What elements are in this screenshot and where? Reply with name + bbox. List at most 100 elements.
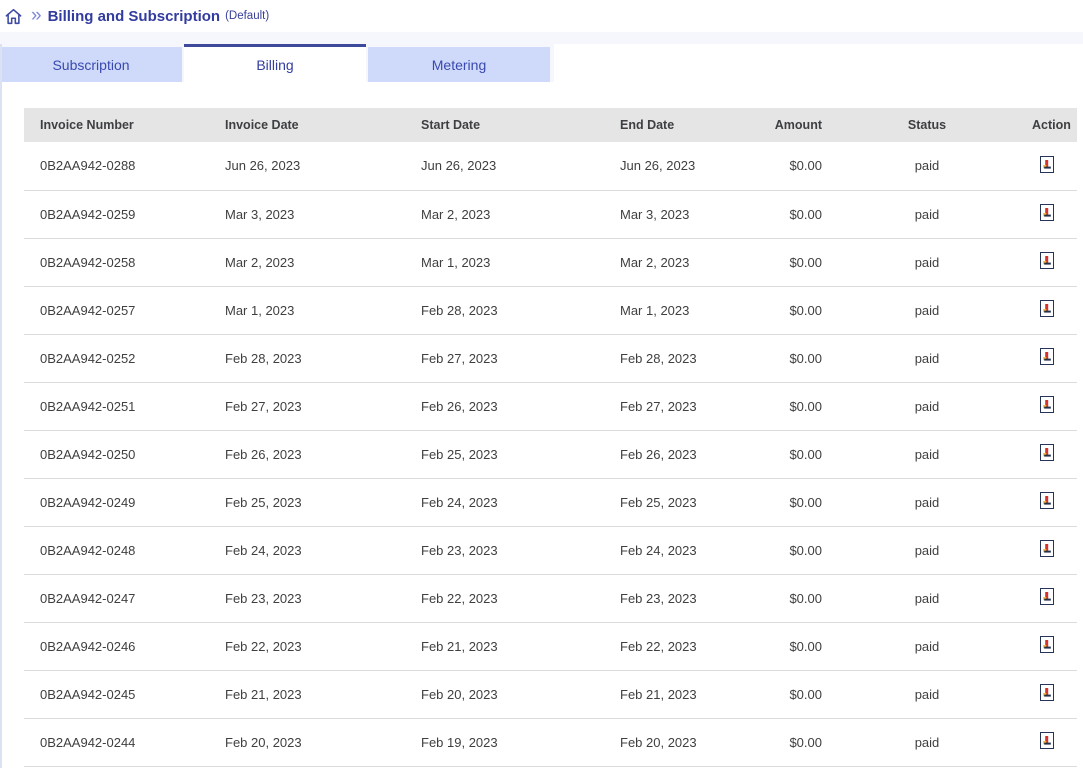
action-cell [1016, 670, 1077, 718]
invoice-date-cell: Mar 2, 2023 [209, 238, 405, 286]
tab-strip: Subscription Billing Metering [0, 44, 554, 82]
action-cell [1016, 190, 1077, 238]
invoice-date-cell: Feb 20, 2023 [209, 718, 405, 766]
action-cell [1016, 574, 1077, 622]
action-cell [1016, 526, 1077, 574]
column-header: Action [1016, 108, 1077, 142]
broken-image-icon [1040, 540, 1054, 560]
table-row: 0B2AA942-0249 Feb 25, 2023 Feb 24, 2023 … [24, 478, 1077, 526]
invoice-action-button[interactable] [1040, 540, 1054, 560]
invoice-date-cell: Feb 24, 2023 [209, 526, 405, 574]
end-date-cell: Feb 25, 2023 [604, 478, 730, 526]
table-row: 0B2AA942-0246 Feb 22, 2023 Feb 21, 2023 … [24, 622, 1077, 670]
content-left-border [0, 44, 2, 768]
invoice-number-cell: 0B2AA942-0247 [24, 574, 209, 622]
invoice-action-button[interactable] [1040, 636, 1054, 656]
start-date-cell: Feb 25, 2023 [405, 430, 604, 478]
column-header: Start Date [405, 108, 604, 142]
home-icon[interactable] [4, 7, 23, 26]
amount-cell: $0.00 [730, 574, 838, 622]
column-header: Amount [730, 108, 838, 142]
tab-label: Billing [256, 57, 293, 73]
table-row: 0B2AA942-0244 Feb 20, 2023 Feb 19, 2023 … [24, 718, 1077, 766]
action-cell [1016, 430, 1077, 478]
status-cell: paid [838, 382, 1016, 430]
invoice-date-cell: Feb 22, 2023 [209, 622, 405, 670]
invoice-date-cell: Feb 21, 2023 [209, 670, 405, 718]
amount-cell: $0.00 [730, 526, 838, 574]
invoice-action-button[interactable] [1040, 444, 1054, 464]
invoice-action-button[interactable] [1040, 252, 1054, 272]
status-cell: paid [838, 430, 1016, 478]
table-row: 0B2AA942-0247 Feb 23, 2023 Feb 22, 2023 … [24, 574, 1077, 622]
broken-image-icon [1040, 588, 1054, 608]
tab-label: Metering [432, 57, 486, 73]
start-date-cell: Feb 28, 2023 [405, 286, 604, 334]
amount-cell: $0.00 [730, 286, 838, 334]
invoice-date-cell: Mar 3, 2023 [209, 190, 405, 238]
status-cell: paid [838, 286, 1016, 334]
invoice-date-cell: Feb 23, 2023 [209, 574, 405, 622]
start-date-cell: Feb 26, 2023 [405, 382, 604, 430]
start-date-cell: Mar 2, 2023 [405, 190, 604, 238]
start-date-cell: Mar 1, 2023 [405, 238, 604, 286]
amount-cell: $0.00 [730, 382, 838, 430]
status-cell: paid [838, 190, 1016, 238]
invoice-number-cell: 0B2AA942-0246 [24, 622, 209, 670]
action-cell [1016, 478, 1077, 526]
invoice-action-button[interactable] [1040, 492, 1054, 512]
end-date-cell: Mar 2, 2023 [604, 238, 730, 286]
invoice-action-button[interactable] [1040, 348, 1054, 368]
amount-cell: $0.00 [730, 478, 838, 526]
status-cell: paid [838, 670, 1016, 718]
broken-image-icon [1040, 396, 1054, 416]
tab-billing[interactable]: Billing [184, 44, 366, 82]
end-date-cell: Feb 24, 2023 [604, 526, 730, 574]
start-date-cell: Feb 21, 2023 [405, 622, 604, 670]
invoice-action-button[interactable] [1040, 588, 1054, 608]
invoice-date-cell: Feb 28, 2023 [209, 334, 405, 382]
tab-subscription[interactable]: Subscription [0, 47, 182, 82]
invoice-date-cell: Feb 25, 2023 [209, 478, 405, 526]
action-cell [1016, 286, 1077, 334]
start-date-cell: Feb 24, 2023 [405, 478, 604, 526]
invoice-action-button[interactable] [1040, 156, 1054, 176]
broken-image-icon [1040, 300, 1054, 320]
tab-strip-background [0, 32, 1083, 44]
table-body: 0B2AA942-0288 Jun 26, 2023 Jun 26, 2023 … [24, 142, 1077, 766]
invoice-number-cell: 0B2AA942-0250 [24, 430, 209, 478]
invoice-date-cell: Jun 26, 2023 [209, 142, 405, 190]
action-cell [1016, 382, 1077, 430]
status-cell: paid [838, 718, 1016, 766]
action-cell [1016, 718, 1077, 766]
table-row: 0B2AA942-0245 Feb 21, 2023 Feb 20, 2023 … [24, 670, 1077, 718]
invoice-date-cell: Feb 27, 2023 [209, 382, 405, 430]
invoice-number-cell: 0B2AA942-0258 [24, 238, 209, 286]
breadcrumb: » Billing and Subscription (Default) [0, 0, 1083, 32]
invoice-action-button[interactable] [1040, 684, 1054, 704]
broken-image-icon [1040, 156, 1054, 176]
status-cell: paid [838, 622, 1016, 670]
action-cell [1016, 622, 1077, 670]
tab-metering[interactable]: Metering [368, 47, 550, 82]
broken-image-icon [1040, 348, 1054, 368]
amount-cell: $0.00 [730, 190, 838, 238]
invoice-action-button[interactable] [1040, 396, 1054, 416]
end-date-cell: Jun 26, 2023 [604, 142, 730, 190]
page-title-suffix: (Default) [225, 10, 269, 22]
column-header: Status [838, 108, 1016, 142]
start-date-cell: Feb 27, 2023 [405, 334, 604, 382]
status-cell: paid [838, 142, 1016, 190]
amount-cell: $0.00 [730, 622, 838, 670]
invoice-action-button[interactable] [1040, 300, 1054, 320]
invoice-number-cell: 0B2AA942-0249 [24, 478, 209, 526]
invoice-action-button[interactable] [1040, 732, 1054, 752]
status-cell: paid [838, 334, 1016, 382]
broken-image-icon [1040, 252, 1054, 272]
table-row: 0B2AA942-0252 Feb 28, 2023 Feb 27, 2023 … [24, 334, 1077, 382]
table-header: Invoice NumberInvoice DateStart DateEnd … [24, 108, 1077, 142]
end-date-cell: Feb 26, 2023 [604, 430, 730, 478]
start-date-cell: Jun 26, 2023 [405, 142, 604, 190]
invoice-action-button[interactable] [1040, 204, 1054, 224]
broken-image-icon [1040, 636, 1054, 656]
